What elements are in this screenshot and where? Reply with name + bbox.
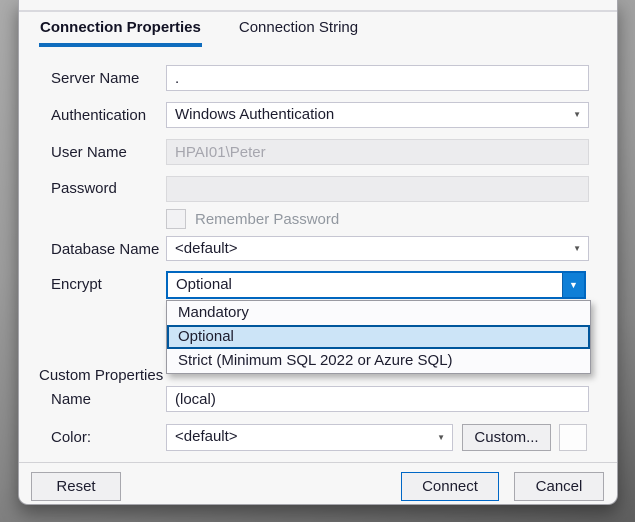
color-label: Color: [51, 429, 92, 446]
color-value: <default> [175, 428, 238, 445]
database-name-combobox[interactable]: <default> ▼ [166, 236, 589, 261]
tab-bar: Connection Properties Connection String [39, 19, 359, 47]
chevron-down-icon: ▼ [437, 432, 445, 442]
user-name-label: User Name [51, 144, 127, 161]
database-name-label: Database Name [51, 241, 160, 258]
user-name-input [166, 139, 589, 165]
authentication-label: Authentication [51, 107, 147, 124]
authentication-combobox[interactable]: Windows Authentication ▼ [166, 102, 589, 128]
chevron-down-icon: ▼ [573, 243, 581, 253]
password-label: Password [51, 180, 117, 197]
chevron-down-icon: ▼ [569, 279, 578, 290]
password-input [166, 176, 589, 202]
authentication-value: Windows Authentication [175, 106, 335, 123]
option-mandatory[interactable]: Mandatory [167, 301, 590, 325]
encrypt-options-list: Mandatory Optional Strict (Minimum SQL 2… [166, 300, 591, 374]
connect-button[interactable]: Connect [401, 472, 499, 501]
color-combobox[interactable]: <default> ▼ [166, 424, 453, 451]
custom-name-input[interactable] [166, 386, 589, 412]
encrypt-label: Encrypt [51, 276, 102, 293]
connection-dialog: Connection Properties Connection String … [18, 0, 618, 505]
chevron-down-icon: ▼ [573, 110, 581, 119]
database-name-value: <default> [175, 240, 238, 257]
option-optional[interactable]: Optional [167, 325, 590, 349]
encrypt-value: Optional [176, 276, 232, 293]
custom-name-label: Name [51, 391, 92, 408]
remember-password-label: Remember Password [195, 211, 340, 228]
encrypt-dropdown-button[interactable]: ▼ [562, 273, 584, 297]
option-strict[interactable]: Strict (Minimum SQL 2022 or Azure SQL) [167, 349, 590, 373]
remember-password-checkbox [166, 209, 186, 229]
color-swatch[interactable] [559, 424, 587, 451]
custom-properties-section-label: Custom Properties [39, 367, 164, 384]
custom-color-button[interactable]: Custom... [462, 424, 551, 451]
footer-divider [19, 462, 617, 463]
encrypt-combobox[interactable]: Optional ▼ [166, 271, 586, 299]
cancel-button[interactable]: Cancel [514, 472, 604, 501]
server-name-label: Server Name [51, 70, 140, 87]
top-divider [19, 10, 617, 12]
tab-connection-properties[interactable]: Connection Properties [39, 19, 202, 47]
reset-button[interactable]: Reset [31, 472, 121, 501]
tab-connection-string[interactable]: Connection String [238, 19, 359, 47]
server-name-input[interactable] [166, 65, 589, 91]
